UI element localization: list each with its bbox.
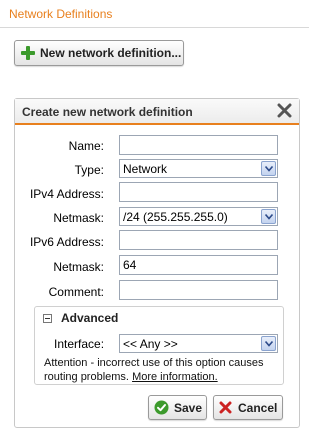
interface-label: Interface:: [54, 337, 105, 351]
ipv4-address-label: IPv4 Address:: [29, 187, 104, 201]
netmask-ipv6-input[interactable]: [119, 255, 278, 275]
save-button[interactable]: Save: [148, 395, 207, 420]
new-network-definition-button[interactable]: New network definition...: [14, 40, 184, 66]
type-select[interactable]: Network: [119, 159, 278, 178]
ipv6-address-label: IPv6 Address:: [29, 235, 104, 249]
dialog-title: Create new network definition: [22, 105, 193, 119]
interface-select-value: << Any >>: [123, 337, 178, 351]
name-label: Name:: [68, 139, 104, 153]
x-icon: [219, 401, 232, 414]
type-select-value: Network: [123, 162, 168, 176]
type-label: Type:: [74, 163, 104, 177]
collapse-toggle-icon[interactable]: [43, 314, 52, 323]
name-input[interactable]: [119, 135, 278, 155]
chevron-down-icon: [261, 209, 276, 224]
ipv6-address-input[interactable]: [119, 230, 278, 250]
interface-select[interactable]: << Any >>: [119, 334, 278, 353]
advanced-title: Advanced: [61, 311, 119, 325]
netmask-ipv6-label: Netmask:: [53, 260, 104, 274]
new-network-definition-label: New network definition...: [40, 46, 182, 60]
comment-input[interactable]: [119, 280, 278, 300]
chevron-down-icon: [261, 161, 276, 176]
netmask-ipv4-value: /24 (255.255.255.0): [123, 210, 228, 224]
netmask-ipv4-select[interactable]: /24 (255.255.255.0): [119, 207, 278, 226]
section-title: Network Definitions: [9, 7, 113, 21]
cancel-button[interactable]: Cancel: [213, 395, 283, 420]
more-information-link[interactable]: More information.: [132, 371, 218, 383]
save-label: Save: [174, 400, 203, 415]
checkmark-icon: [154, 400, 169, 415]
cancel-label: Cancel: [238, 400, 278, 415]
advanced-section: Advanced Interface: << Any >> Attention …: [34, 306, 284, 385]
attention-note: Attention - incorrect use of this option…: [44, 356, 284, 384]
netmask-ipv4-label: Netmask:: [53, 211, 104, 225]
comment-label: Comment:: [48, 285, 104, 299]
chevron-down-icon: [261, 336, 276, 351]
create-network-dialog: Create new network definition Name: Type…: [14, 98, 300, 428]
header-divider: [0, 27, 309, 28]
close-icon[interactable]: [277, 103, 292, 118]
dialog-header: Create new network definition: [15, 99, 299, 125]
ipv4-address-input[interactable]: [119, 182, 278, 202]
plus-icon: [21, 46, 35, 60]
